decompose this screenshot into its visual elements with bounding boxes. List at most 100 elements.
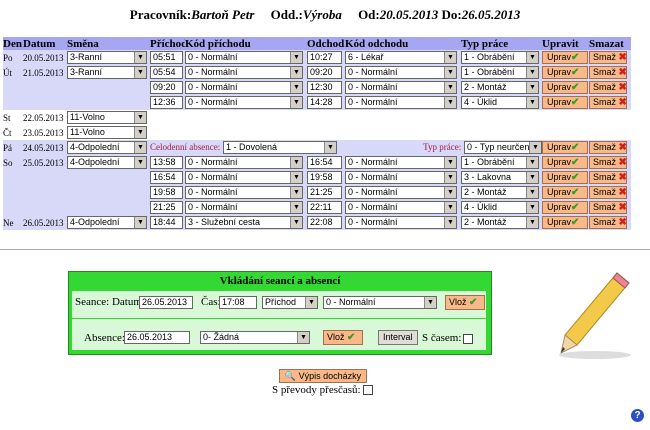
table-row: Čt 23.05.2013 11-Volno ▼ (3, 125, 631, 140)
edit-button[interactable]: Uprav✔ (542, 81, 588, 94)
delete-button[interactable]: Smaž ✖ (589, 186, 627, 199)
time-input[interactable]: 21:25 (150, 201, 183, 214)
insert-seance-button[interactable]: Vlož ✔ (445, 295, 485, 310)
dropdown[interactable]: 3-Ranní ▼ (67, 51, 147, 64)
edit-button[interactable]: Uprav✔ (542, 66, 588, 79)
dropdown[interactable]: 0 - Normální ▼ (185, 51, 303, 64)
edit-label: Uprav (547, 97, 572, 107)
edit-button[interactable]: Uprav✔ (542, 171, 588, 184)
interval-button[interactable]: Interval (378, 330, 418, 345)
dropdown[interactable]: 0 - Normální ▼ (345, 171, 457, 184)
table-row: 19:58 0 - Normální ▼ 21:25 0 - Normální ▼ 2 - … (3, 185, 631, 200)
time-input[interactable]: 12:30 (307, 81, 342, 94)
delete-button[interactable]: Smaž ✖ (589, 81, 627, 94)
delete-button[interactable]: Smaž ✖ (589, 141, 627, 154)
delete-button[interactable]: Smaž ✖ (589, 66, 627, 79)
to-label: Do: (441, 7, 462, 22)
departure-cell: 09:20 (307, 65, 345, 80)
dropdown[interactable]: 0 - Normální ▼ (345, 201, 457, 214)
insert-absence-button[interactable]: Vlož ✔ (323, 330, 363, 345)
dropdown[interactable]: 0 - Normální ▼ (345, 186, 457, 199)
delete-button[interactable]: Smaž ✖ (589, 201, 627, 214)
dropdown[interactable]: 1 - Obrábění ▼ (461, 156, 539, 169)
transfers-checkbox[interactable] (363, 385, 374, 396)
delete-button[interactable]: Smaž ✖ (589, 96, 627, 109)
time-input[interactable]: 22:11 (307, 201, 342, 214)
dropdown[interactable]: 0 - Normální ▼ (185, 66, 303, 79)
dropdown[interactable]: 0 - Typ neurčen ▼ (464, 141, 542, 154)
dropdown[interactable]: 0 - Normální ▼ (345, 66, 457, 79)
dropdown[interactable]: 11-Volno ▼ (67, 111, 147, 124)
time-input[interactable]: 09:20 (307, 66, 342, 79)
delete-button[interactable]: Smaž ✖ (589, 171, 627, 184)
dropdown[interactable]: 1 - Obrábění ▼ (461, 51, 539, 64)
dropdown[interactable]: 0 - Normální ▼ (345, 216, 457, 229)
chevron-down-icon: ▼ (444, 67, 456, 78)
dropdown[interactable]: 4-Odpolední ▼ (67, 216, 147, 229)
time-input[interactable]: 19:58 (307, 171, 342, 184)
edit-button[interactable]: Uprav✔ (542, 96, 588, 109)
dropdown[interactable]: 4 - Úklid ▼ (461, 201, 539, 214)
dropdown[interactable]: 1 - Obrábění ▼ (461, 66, 539, 79)
dropdown[interactable]: 3 - Lakovna ▼ (461, 171, 539, 184)
time-input[interactable]: 13:58 (150, 156, 183, 169)
dropdown[interactable]: 0 - Normální ▼ (345, 156, 457, 169)
time-input[interactable]: 05:54 (150, 66, 183, 79)
edit-button[interactable]: Uprav✔ (542, 141, 588, 154)
dropdown[interactable]: 2 - Montáž ▼ (461, 81, 539, 94)
dropdown[interactable]: 0 - Normální ▼ (185, 156, 303, 169)
delete-button[interactable]: Smaž ✖ (589, 216, 627, 229)
time-input[interactable]: 16:54 (150, 171, 183, 184)
time-input[interactable]: 21:25 (307, 186, 342, 199)
edit-button[interactable]: Uprav✔ (542, 186, 588, 199)
time-input[interactable]: 09:20 (150, 81, 183, 94)
dropdown[interactable]: 4-Odpolední ▼ (67, 156, 147, 169)
absence-type-select[interactable]: 0- Žádná ▼ (200, 331, 310, 344)
dropdown[interactable]: 1 - Dovolená ▼ (222, 141, 337, 154)
time-input[interactable]: 17:08 (219, 296, 257, 309)
time-input[interactable]: 19:58 (150, 186, 183, 199)
dropdown[interactable]: 0 - Normální ▼ (185, 201, 303, 214)
dropdown[interactable]: 3-Ranní ▼ (67, 66, 147, 79)
time-input[interactable]: 05:51 (150, 51, 183, 64)
dropdown[interactable]: 11-Volno ▼ (67, 126, 147, 139)
dropdown-value: 0 - Normální (188, 67, 238, 77)
dropdown[interactable]: 0 - Normální ▼ (185, 186, 303, 199)
edit-button[interactable]: Uprav✔ (542, 156, 588, 169)
seance-date-input[interactable]: 26.05.2013 (139, 296, 193, 309)
dropdown[interactable]: 4-Odpolední ▼ (67, 141, 147, 154)
form-separator (72, 318, 486, 319)
dropdown[interactable]: 0 - Normální ▼ (345, 81, 457, 94)
edit-button[interactable]: Uprav✔ (542, 216, 588, 229)
dropdown[interactable]: 0 - Normální ▼ (185, 171, 303, 184)
time-input[interactable]: 18:44 (150, 216, 183, 229)
time-input[interactable]: 12:36 (150, 96, 183, 109)
dropdown[interactable]: 2 - Montáž ▼ (461, 186, 539, 199)
dropdown[interactable]: 4 - Úklid ▼ (461, 96, 539, 109)
shift-cell (67, 185, 150, 200)
edit-button[interactable]: Uprav✔ (542, 201, 588, 214)
time-input[interactable]: 14:28 (307, 96, 342, 109)
code-select[interactable]: 0 - Normální ▼ (323, 296, 437, 309)
time-input[interactable]: 22:08 (307, 216, 342, 229)
time-input[interactable]: 16:54 (307, 156, 342, 169)
dropdown[interactable]: 2 - Montáž ▼ (461, 216, 539, 229)
attendance-report-button[interactable]: 🔍 Výpis docházky (279, 369, 367, 383)
help-icon[interactable]: ? (631, 409, 644, 422)
time-input[interactable]: 10:27 (307, 51, 342, 64)
dropdown[interactable]: 3 - Služební cesta ▼ (185, 216, 303, 229)
dropdown[interactable]: 0 - Normální ▼ (185, 81, 303, 94)
delete-button[interactable]: Smaž ✖ (589, 51, 627, 64)
close-icon: ✖ (618, 157, 627, 168)
worktype-cell: Typ práce: 0 - Typ neurčen ▼ (345, 140, 542, 155)
absence-date-input[interactable]: 26.05.2013 (124, 331, 190, 344)
dropdown[interactable]: 0 - Normální ▼ (185, 96, 303, 109)
direction-select[interactable]: Příchod ▼ (262, 296, 318, 309)
with-time-checkbox[interactable] (463, 334, 473, 344)
delete-button[interactable]: Smaž ✖ (589, 156, 627, 169)
dropdown[interactable]: 0 - Normální ▼ (345, 96, 457, 109)
edit-button[interactable]: Uprav✔ (542, 51, 588, 64)
chevron-down-icon: ▼ (444, 157, 456, 168)
chevron-down-icon: ▼ (526, 67, 538, 78)
dropdown[interactable]: 6 - Lékař ▼ (345, 51, 457, 64)
